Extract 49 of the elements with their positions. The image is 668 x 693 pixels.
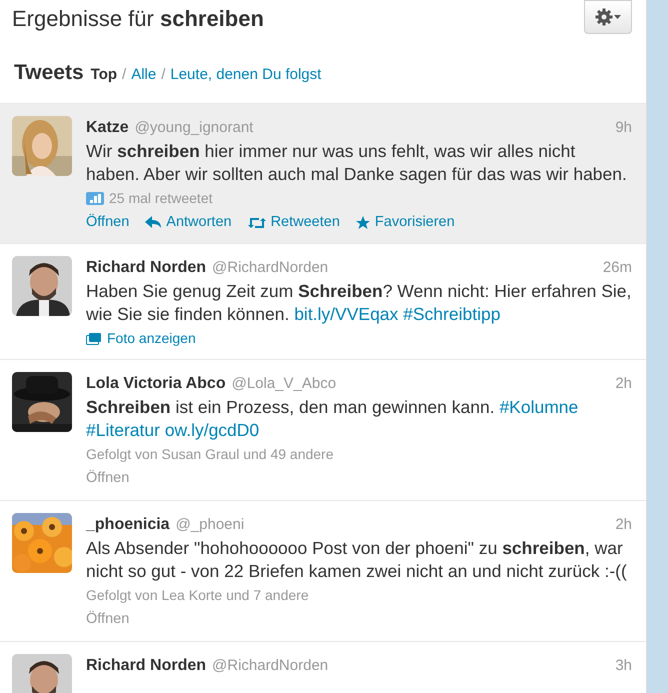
- tweet-text: Haben Sie genug Zeit zum Schreiben? Wenn nicht: Hier erfahren Sie, wie Sie sie finden können. bit.ly/VVEqax #Schreibtipp: [86, 280, 632, 326]
- user-handle: @young_ignorant: [134, 118, 254, 138]
- timestamp[interactable]: 2h: [615, 514, 632, 536]
- star-icon: [356, 216, 370, 229]
- tweet-link[interactable]: #Kolumne: [499, 397, 578, 418]
- open-action[interactable]: Öffnen: [86, 212, 130, 234]
- separator: /: [161, 65, 166, 85]
- timestamp[interactable]: 3h: [615, 654, 632, 678]
- caret-icon: [614, 15, 621, 19]
- photo-icon: [86, 332, 102, 346]
- photo-link[interactable]: Foto anzeigen: [107, 328, 196, 350]
- settings-icon: [595, 8, 613, 26]
- tweet-text: Wir schreiben hier immer nur was uns fehlt, was wir alles nicht haben. Aber wir sollten auch mal Danke sagen für das was wir haben.: [86, 140, 628, 186]
- user-name[interactable]: Katze: [86, 116, 129, 140]
- user-name[interactable]: Lola Victoria Abco: [86, 372, 226, 396]
- retweet-icon: [248, 216, 266, 229]
- tweet-link[interactable]: ow.ly/gcdD0: [164, 420, 260, 440]
- user-handle: @RichardNorden: [212, 258, 328, 278]
- separator: /: [122, 65, 126, 85]
- page-title: Ergebnisse für schreiben: [12, 6, 264, 32]
- user-name[interactable]: Richard Norden: [86, 654, 206, 678]
- tweet-text: Als Absender "hohohoooooo Post von der phoeni" zu schreiben, war nicht so gut - von 22 Briefen kamen zwei nicht an und nicht zurück :-((: [86, 537, 628, 583]
- user-handle: @RichardNorden: [212, 656, 328, 676]
- retweet-count: 25 mal retweetet: [109, 188, 212, 208]
- reply-action[interactable]: Antworten: [145, 212, 232, 234]
- tweet-link[interactable]: bit.ly/VVEqax: [294, 304, 398, 324]
- open-action[interactable]: Öffnen: [86, 609, 130, 631]
- followed-by-text: Gefolgt von Susan Graul und 49 andere: [86, 445, 334, 464]
- reply-icon: [145, 216, 162, 228]
- retweet-action[interactable]: Retweeten: [248, 212, 340, 234]
- tweet-link[interactable]: #Literatur: [86, 420, 160, 440]
- settings-button[interactable]: [584, 0, 632, 34]
- tweet-text: Schreiben ist ein Prozess, den man gewinnen kann. #Kolumne #Literatur ow.ly/gcdD0: [86, 396, 580, 442]
- open-action[interactable]: Öffnen: [86, 468, 130, 490]
- user-handle: @Lola_V_Abco: [232, 374, 336, 394]
- timestamp[interactable]: 26m: [602, 257, 632, 280]
- filter-link[interactable]: Leute, denen Du folgst: [170, 64, 322, 86]
- filter-link[interactable]: Alle: [131, 64, 156, 86]
- section-title: Tweets: [14, 60, 84, 86]
- user-name[interactable]: Richard Norden: [86, 256, 206, 280]
- timestamp[interactable]: 9h: [615, 116, 632, 139]
- user-name[interactable]: _phoenicia: [86, 513, 170, 537]
- retweet-count-icon: [86, 190, 104, 206]
- user-handle: @_phoeni: [176, 515, 244, 535]
- followed-by-text: Gefolgt von Lea Korte und 7 andere: [86, 586, 309, 605]
- filter-link[interactable]: Top: [90, 64, 118, 86]
- favorite-action[interactable]: Favorisieren: [356, 212, 455, 234]
- timestamp[interactable]: 2h: [615, 373, 632, 396]
- tweet-link[interactable]: #Schreibtipp: [403, 304, 500, 324]
